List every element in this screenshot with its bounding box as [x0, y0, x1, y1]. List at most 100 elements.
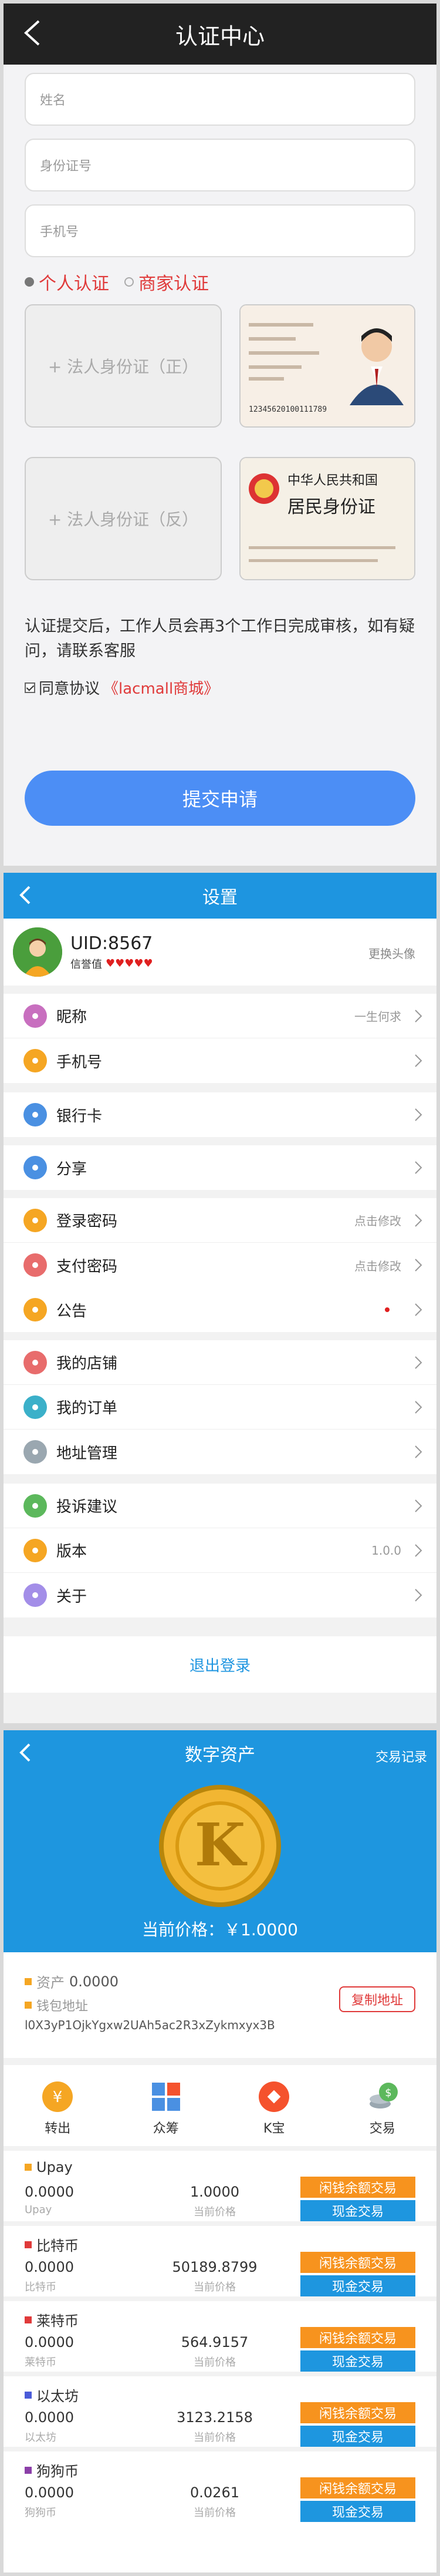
settings-group: 分享	[4, 1145, 436, 1190]
user-id: UID:8567	[70, 933, 153, 954]
action-kbao[interactable]: K宝	[258, 2080, 290, 2137]
action-crowdfund[interactable]: 众筹	[150, 2080, 182, 2137]
coin-name: Upay	[25, 2159, 73, 2175]
settings-row[interactable]: 我的店铺	[4, 1340, 436, 1385]
settings-group: 昵称 一生何求手机号	[4, 994, 436, 1083]
radio-unchecked-icon	[124, 277, 134, 287]
action-trade[interactable]: $ 交易	[366, 2080, 399, 2137]
chevron-right-icon	[414, 1354, 422, 1371]
menu-item-label: 我的订单	[56, 1400, 118, 1417]
menu-item-label: 昵称	[56, 1008, 87, 1026]
chevron-right-icon	[414, 1212, 422, 1229]
idle-balance-trade-button[interactable]: 闲钱余额交易	[300, 2477, 415, 2498]
settings-row[interactable]: 登录密码 点击修改	[4, 1198, 436, 1243]
phone-field[interactable]: 手机号	[25, 204, 415, 257]
assets-screen: 数字资产 交易记录 K 当前价格：￥1.0000 资产 0.0000 钱包地址 …	[0, 1727, 440, 2576]
cash-trade-button[interactable]: 现金交易	[300, 2350, 415, 2372]
back-arrow-icon[interactable]	[12, 1738, 40, 1767]
settings-row[interactable]: 我的订单	[4, 1385, 436, 1430]
menu-item-value: 点击修改	[354, 1259, 401, 1273]
idle-balance-trade-button[interactable]: 闲钱余额交易	[300, 2402, 415, 2423]
back-arrow-icon[interactable]	[12, 881, 40, 909]
menu-item-icon	[23, 1350, 47, 1374]
agreement-link[interactable]: 《lacmall商城》	[103, 677, 219, 698]
menu-item-icon	[23, 1298, 47, 1321]
menu-item-icon	[23, 1440, 47, 1464]
coin-sub-label: 以太坊	[25, 2432, 56, 2444]
menu-item-icon	[23, 1395, 47, 1419]
page: 认证中心 姓名 身份证号 手机号 个人认证 商家认证 + 法人身份证（正） 12…	[0, 0, 440, 2576]
action-label: 交易	[369, 2121, 395, 2136]
checkbox-checked-icon[interactable]	[25, 682, 35, 693]
radio-personal[interactable]: 个人认证	[25, 269, 109, 295]
copy-address-button[interactable]: 复制地址	[339, 1986, 415, 2012]
menu-item-label: 登录密码	[56, 1213, 118, 1230]
settings-row[interactable]: 地址管理	[4, 1430, 436, 1474]
radio-checked-icon	[25, 277, 34, 287]
menu-item-label: 手机号	[56, 1053, 103, 1071]
id-card-back-sample: 中华人民共和国 居民身份证	[239, 457, 415, 580]
upload-id-front[interactable]: + 法人身份证（正）	[25, 304, 222, 428]
coin-price: 50189.8799	[172, 2259, 258, 2275]
menu-item-icon	[23, 1103, 47, 1126]
coin-balance: 0.0000	[25, 2409, 74, 2426]
menu-item-icon	[23, 1253, 47, 1277]
idle-balance-trade-button[interactable]: 闲钱余额交易	[300, 2177, 415, 2198]
cash-trade-button[interactable]: 现金交易	[300, 2426, 415, 2447]
cash-trade-button[interactable]: 现金交易	[300, 2275, 415, 2296]
trade-icon: $	[369, 2083, 398, 2108]
coin-row: 以太坊 0.0000 以太坊 3123.2158 当前价格 闲钱余额交易 现金交易	[4, 2372, 436, 2447]
coin-row: 莱特币 0.0000 莱特币 564.9157 当前价格 闲钱余额交易 现金交易	[4, 2296, 436, 2372]
svg-text:¥: ¥	[53, 2089, 63, 2106]
idle-balance-trade-button[interactable]: 闲钱余额交易	[300, 2252, 415, 2273]
settings-row[interactable]: 昵称 一生何求	[4, 994, 436, 1038]
coin-sub-label: 狗狗币	[25, 2507, 56, 2519]
settings-row[interactable]: 分享	[4, 1145, 436, 1190]
coin-balance: 0.0000	[25, 2259, 74, 2275]
settings-screen: 设置 UID:8567 信誉值 ♥♥♥♥♥ 更换头像 昵称 一生何求 手机号 银行卡分…	[0, 869, 440, 1727]
svg-text:K: K	[195, 1810, 248, 1879]
id-number-field[interactable]: 身份证号	[25, 139, 415, 191]
settings-row[interactable]: 关于	[4, 1573, 436, 1617]
asset-value: 0.0000	[69, 1973, 119, 1990]
credit-label: 信誉值	[70, 958, 102, 971]
asset-actions: ¥ 转出 众筹 K宝 $ 交易	[4, 2071, 436, 2146]
upload-id-back[interactable]: + 法人身份证（反）	[25, 457, 222, 580]
name-field[interactable]: 姓名	[25, 73, 415, 126]
svg-text:$: $	[385, 2087, 391, 2099]
submit-button[interactable]: 提交申请	[25, 771, 415, 826]
back-arrow-icon[interactable]	[18, 16, 50, 49]
logout-button[interactable]: 退出登录	[4, 1636, 436, 1693]
current-price: 当前价格：￥1.0000	[142, 1920, 298, 1939]
cash-trade-button[interactable]: 现金交易	[300, 2200, 415, 2221]
transfer-icon: ¥	[42, 2081, 73, 2112]
settings-row[interactable]: 支付密码 点击修改	[4, 1243, 436, 1287]
coin-price: 3123.2158	[177, 2409, 253, 2426]
settings-row[interactable]: 手机号	[4, 1038, 436, 1083]
chevron-right-icon	[414, 1498, 422, 1514]
cash-trade-button[interactable]: 现金交易	[300, 2501, 415, 2522]
settings-row[interactable]: 投诉建议	[4, 1484, 436, 1528]
idle-balance-trade-button[interactable]: 闲钱余额交易	[300, 2327, 415, 2348]
agreement-text: 同意协议	[39, 680, 100, 698]
coin-price-label: 当前价格	[194, 2206, 236, 2218]
radio-personal-label: 个人认证	[39, 274, 109, 294]
change-avatar-link[interactable]: 更换头像	[368, 944, 415, 961]
avatar[interactable]	[13, 927, 62, 977]
records-link[interactable]: 交易记录	[375, 1747, 427, 1765]
assets-hero: 数字资产 交易记录 K 当前价格：￥1.0000	[4, 1730, 436, 1952]
coin-balance: 0.0000	[25, 2484, 74, 2501]
agreement[interactable]: 同意协议 《lacmall商城》	[25, 677, 219, 698]
settings-header: 设置	[4, 873, 436, 919]
radio-merchant[interactable]: 商家认证	[124, 269, 209, 295]
menu-item-icon	[23, 1208, 47, 1232]
settings-row[interactable]: 版本 1.0.0	[4, 1528, 436, 1573]
action-label: 转出	[45, 2121, 71, 2136]
menu-item-value: 1.0.0	[371, 1543, 401, 1558]
settings-row[interactable]: 银行卡	[4, 1092, 436, 1137]
action-transfer[interactable]: ¥ 转出	[41, 2080, 74, 2137]
menu-item-icon	[23, 1049, 47, 1072]
settings-row[interactable]: 公告	[4, 1287, 436, 1332]
coin-price: 1.0000	[190, 2184, 239, 2200]
menu-item-label: 我的店铺	[56, 1355, 118, 1373]
